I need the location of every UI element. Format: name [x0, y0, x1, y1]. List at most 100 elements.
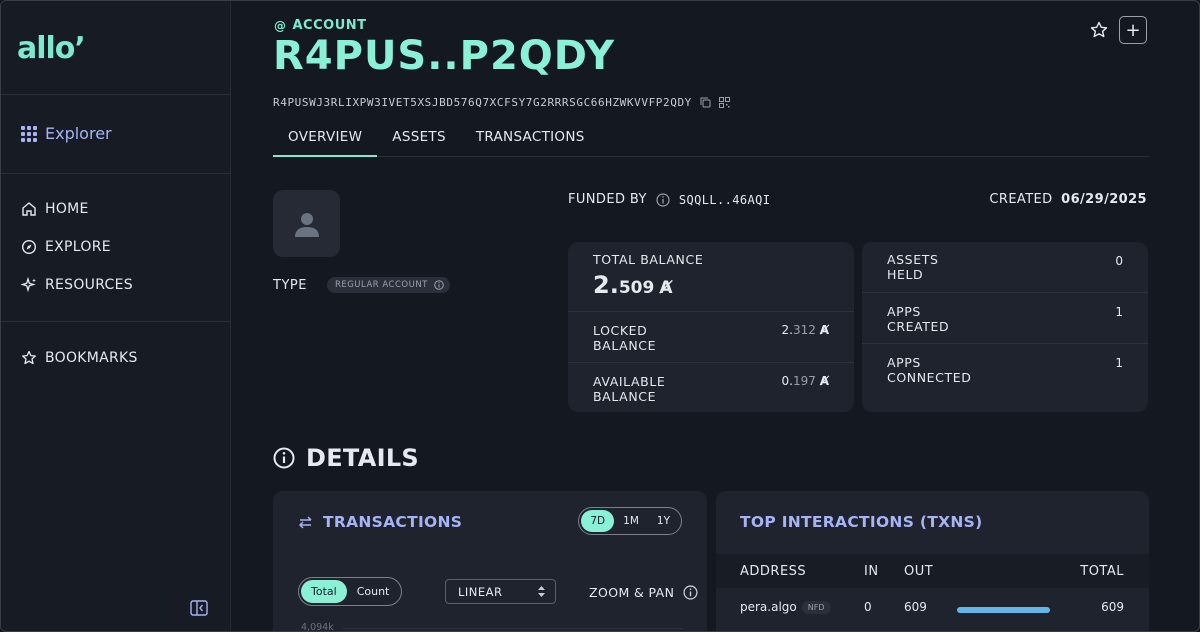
info-icon[interactable] [434, 280, 444, 290]
grid-icon [21, 125, 37, 142]
account-eyebrow: @ ACCOUNT [274, 18, 367, 33]
algo-icon: Ⱥ [819, 374, 829, 388]
range-1y[interactable]: 1Y [648, 510, 679, 532]
locked-label: LOCKED BALANCE [593, 323, 656, 353]
sidebar-item-label: EXPLORE [45, 239, 111, 255]
algo-icon: Ⱥ [819, 323, 829, 337]
explorer-label: Explorer [45, 124, 112, 143]
sidebar-item-bookmarks[interactable]: BOOKMARKS [21, 350, 138, 366]
balance-card: TOTAL BALANCE 2.509 Ⱥ LOCKED BALANCE 2.3… [568, 242, 854, 412]
main-content: @ ACCOUNT R4PUS..P2QDY R4PUSWJ3RLIXPW3IV… [232, 1, 1199, 632]
info-icon[interactable] [683, 585, 698, 600]
scale-select-value: LINEAR [458, 585, 503, 599]
range-7d[interactable]: 7D [581, 510, 615, 532]
sidebar-item-resources[interactable]: RESOURCES [21, 277, 133, 293]
created-date: CREATED 06/29/2025 [989, 192, 1147, 207]
tab-transactions[interactable]: TRANSACTIONS [461, 119, 600, 157]
locked-balance-row: LOCKED BALANCE 2.312 Ⱥ [568, 311, 854, 362]
logo[interactable]: allo’ [17, 31, 86, 66]
row-address: pera.algo NFD [740, 600, 831, 614]
total-balance-value: 2.509 Ⱥ [593, 271, 673, 299]
apps-created-label: APPS CREATED [887, 304, 949, 334]
total-int: 2. [593, 271, 619, 299]
col-in: IN [864, 564, 879, 579]
tab-overview[interactable]: OVERVIEW [273, 119, 378, 157]
apps-created-label-1: APPS [887, 304, 921, 319]
sidebar-item-label: HOME [45, 201, 89, 217]
assets-held-label: ASSETS HELD [887, 252, 939, 282]
account-type-value: REGULAR ACCOUNT [334, 280, 428, 290]
row-progress-track [957, 607, 1050, 613]
range-selector: 7D 1M 1Y [578, 507, 682, 535]
mode-total[interactable]: Total [301, 580, 347, 603]
account-type-badge: REGULAR ACCOUNT [326, 277, 450, 293]
chart-gridline [343, 628, 683, 629]
locked-label-2: BALANCE [593, 338, 657, 353]
avatar [273, 190, 340, 257]
transactions-panel: TRANSACTIONS 7D 1M 1Y Total Count LINEAR… [273, 491, 707, 632]
sidebar-divider [1, 94, 231, 95]
address-text: R4PUSWJ3RLIXPW3IVET5XSJBD576Q7XCFSY7G2RR… [273, 96, 692, 109]
info-icon [273, 447, 295, 469]
col-out: OUT [904, 564, 934, 579]
funded-by-link[interactable]: SQQLL..46AQI [679, 193, 771, 207]
collapse-sidebar-icon[interactable] [190, 600, 208, 616]
home-icon [22, 202, 36, 216]
compass-icon [21, 239, 37, 255]
algo-icon: Ⱥ [659, 278, 673, 298]
sidebar-item-home[interactable]: HOME [21, 201, 89, 217]
type-label: TYPE [273, 277, 307, 293]
available-label-2: BALANCE [593, 389, 657, 404]
range-1m[interactable]: 1M [614, 510, 648, 532]
at-icon: @ [274, 18, 287, 33]
created-label: CREATED [989, 192, 1053, 207]
apps-created-label-2: CREATED [887, 319, 950, 334]
created-value: 06/29/2025 [1061, 192, 1147, 207]
sidebar-item-explore[interactable]: EXPLORE [21, 239, 111, 255]
locked-dec: 312 [792, 323, 816, 337]
apps-created-value: 1 [1115, 305, 1123, 319]
top-interactions-panel: TOP INTERACTIONS (TXNS) ADDRESS IN OUT T… [716, 491, 1149, 631]
available-dec: 197 [792, 374, 816, 388]
row-address-link[interactable]: pera.algo [740, 600, 797, 614]
info-icon[interactable] [656, 192, 670, 207]
copy-icon[interactable] [700, 97, 711, 108]
page-title: R4PUS..P2QDY [273, 33, 616, 79]
account-stats-card: ASSETS HELD 0 APPS CREATED 1 APPS CONNEC… [862, 242, 1148, 412]
app-window: allo’ Explorer HOME EXPLORE RESOURCES BO… [0, 0, 1200, 632]
available-int: 0. [781, 374, 793, 388]
locked-int: 2. [781, 323, 793, 337]
account-type-row: TYPE REGULAR ACCOUNT [273, 277, 450, 293]
transfer-icon [298, 515, 313, 534]
user-icon [294, 212, 319, 237]
scale-select[interactable]: LINEAR [445, 579, 556, 604]
zoom-pan: ZOOM & PAN [589, 585, 698, 600]
mode-count[interactable]: Count [347, 580, 400, 603]
col-address: ADDRESS [740, 564, 807, 579]
assets-held-label-2: HELD [887, 267, 924, 282]
apps-connected-label-1: APPS [887, 355, 921, 370]
apps-connected-value: 1 [1115, 356, 1123, 370]
apps-connected-label: APPS CONNECTED [887, 355, 971, 385]
top-interactions-title: TOP INTERACTIONS (TXNS) [740, 513, 983, 531]
qr-code-icon[interactable] [718, 97, 730, 108]
sidebar: allo’ Explorer HOME EXPLORE RESOURCES BO… [1, 1, 231, 631]
details-title: DETAILS [306, 444, 420, 472]
add-button[interactable]: + [1119, 16, 1147, 44]
zoom-pan-label: ZOOM & PAN [589, 585, 675, 600]
star-icon [22, 350, 36, 365]
sidebar-item-explorer[interactable]: Explorer [21, 124, 112, 143]
bookmark-star-icon[interactable] [1089, 20, 1109, 40]
select-arrows-icon [538, 586, 545, 597]
sidebar-item-label: BOOKMARKS [45, 350, 138, 366]
details-heading: DETAILS [273, 444, 419, 472]
row-progress-fill [957, 607, 1050, 613]
account-address: R4PUSWJ3RLIXPW3IVET5XSJBD576Q7XCFSY7G2RR… [273, 96, 730, 109]
total-dec: 509 [618, 278, 655, 298]
apps-created-row: APPS CREATED 1 [862, 292, 1148, 343]
tab-assets[interactable]: ASSETS [377, 119, 461, 157]
row-out: 609 [904, 600, 927, 614]
chart-axis-top-label: 4,094k [301, 622, 334, 632]
locked-label-1: LOCKED [593, 323, 648, 338]
nfd-badge: NFD [801, 600, 831, 614]
